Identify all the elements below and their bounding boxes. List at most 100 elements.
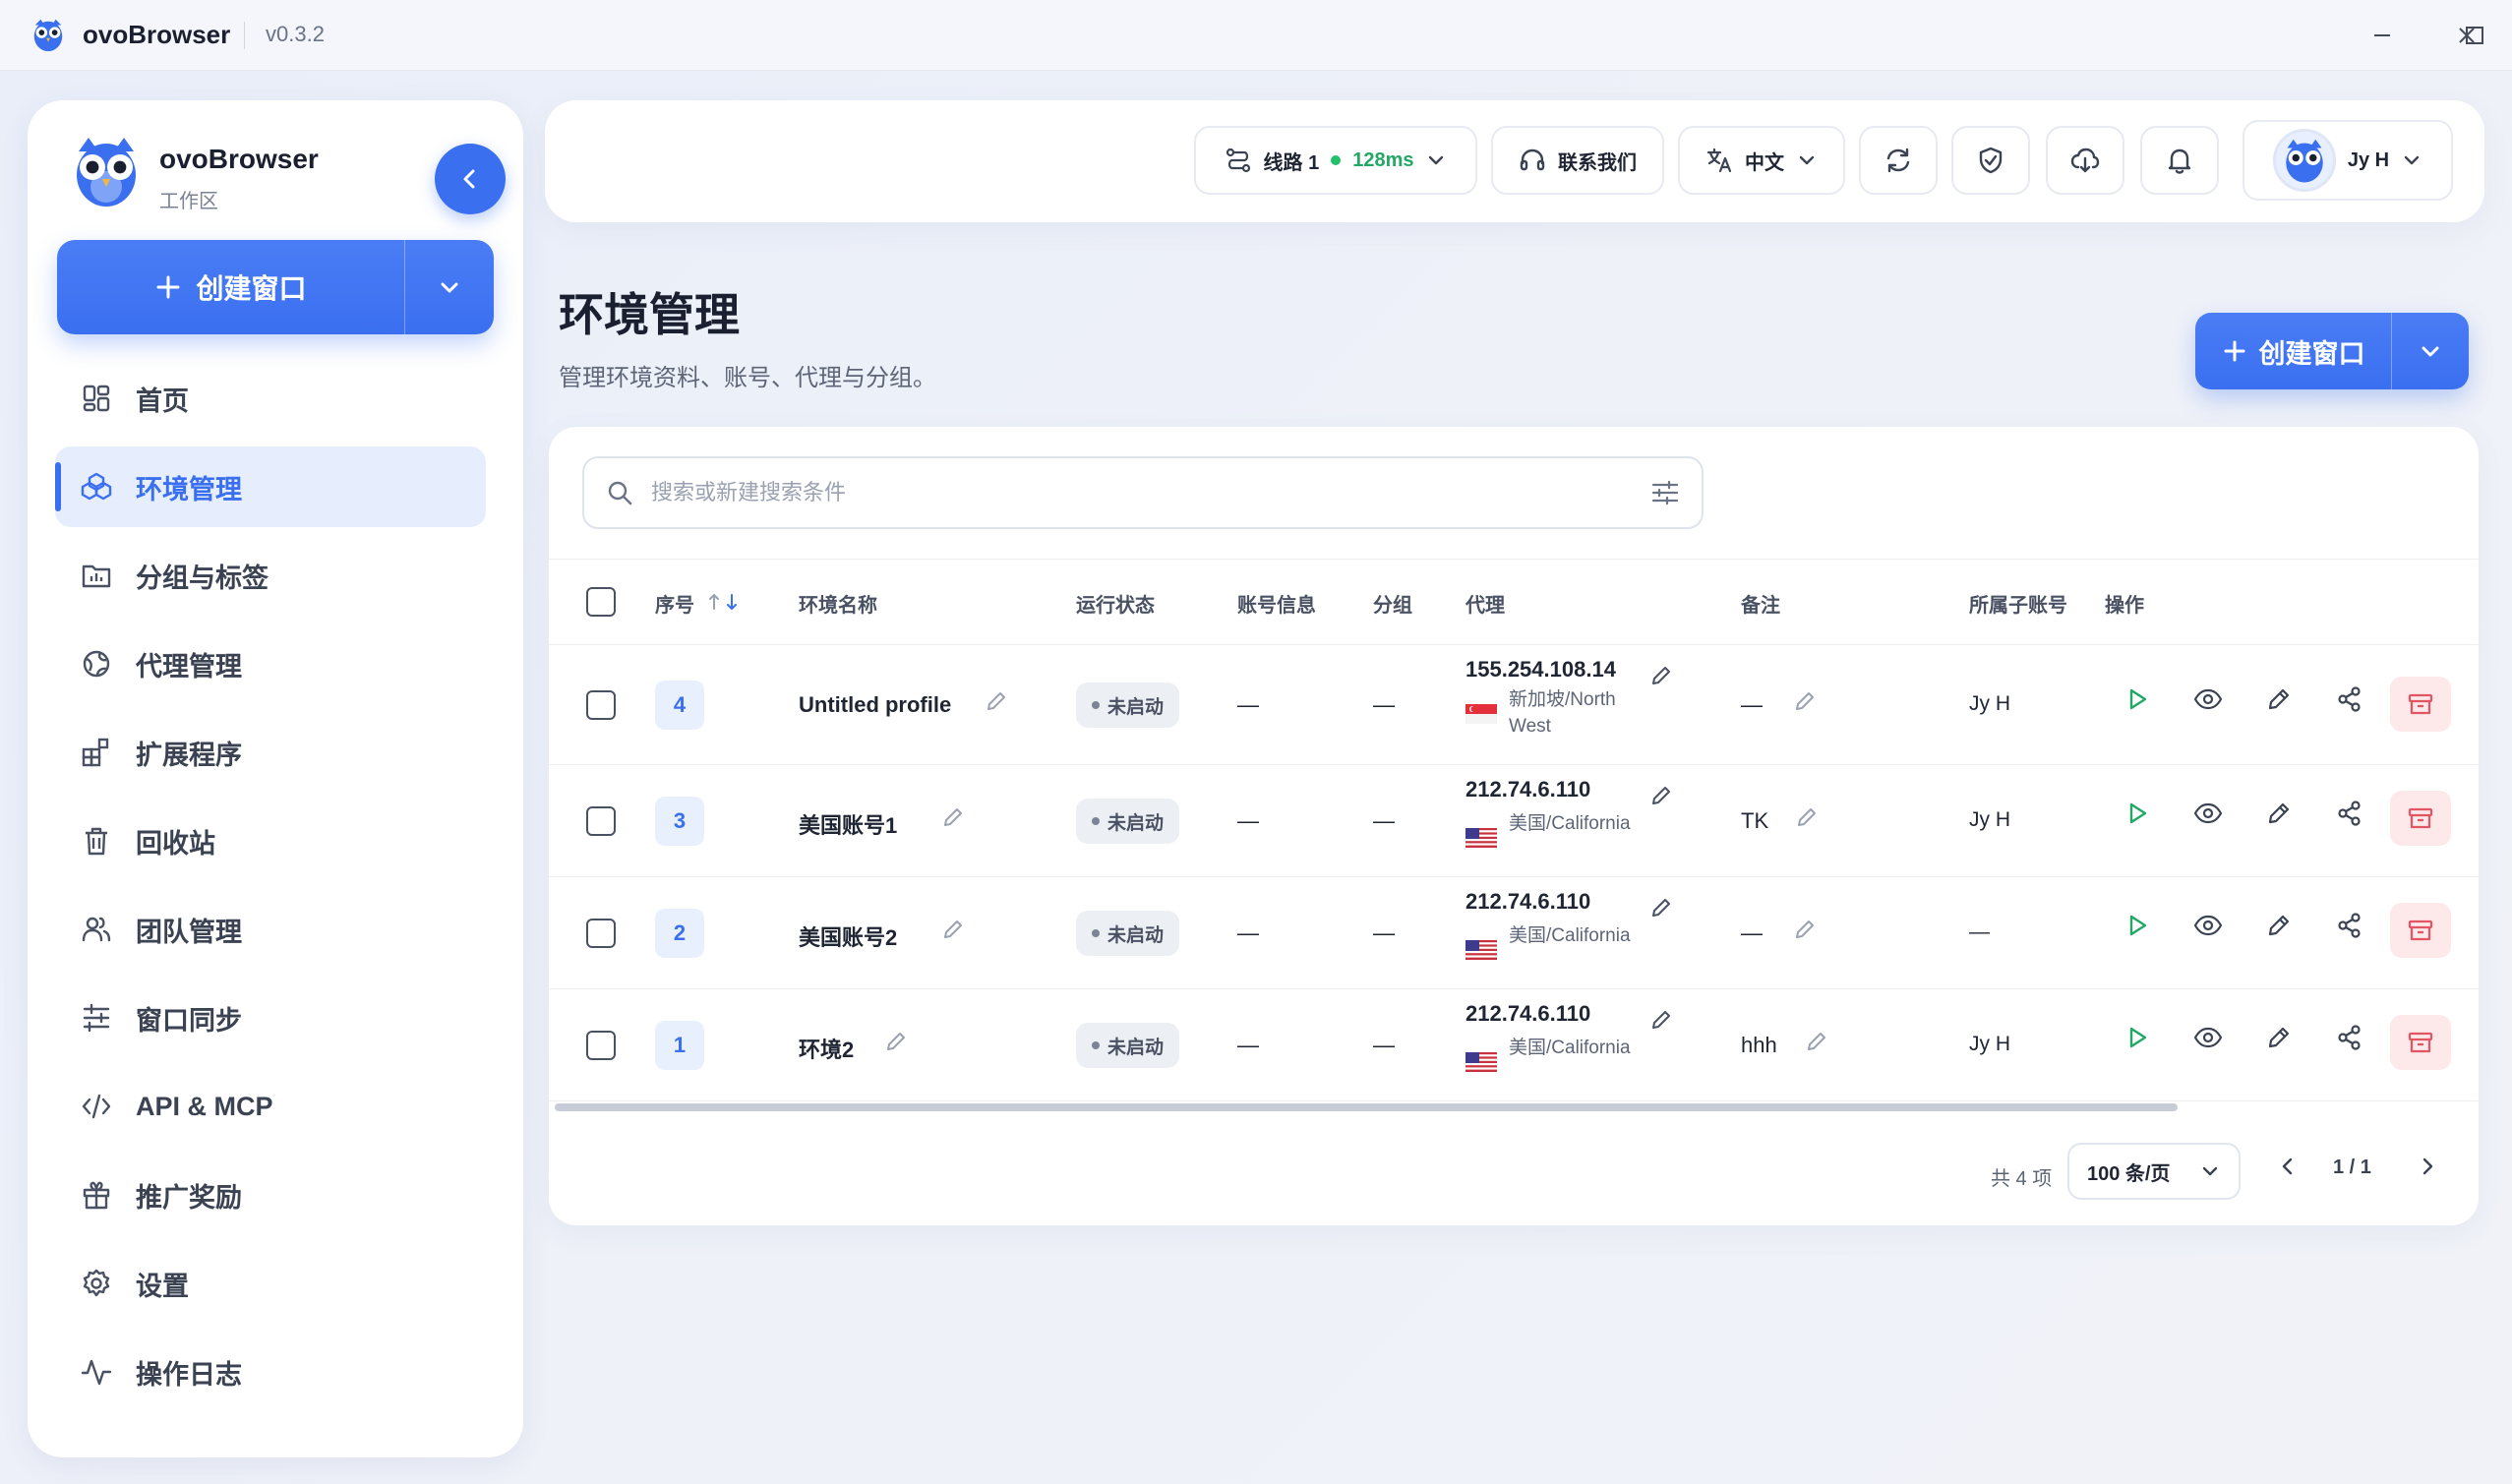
table-row[interactable]: 1 环境2 未启动 — — 212.74.6.110 美国/California… xyxy=(549,989,2479,1101)
edit-note-icon[interactable] xyxy=(1804,1029,1829,1054)
notifications-button[interactable] xyxy=(2140,126,2219,195)
filter-sliders-icon[interactable] xyxy=(1650,478,1680,507)
sidebar-item-label: 分组与标签 xyxy=(136,563,269,593)
table-row[interactable]: 3 美国账号1 未启动 — — 212.74.6.110 美国/Californ… xyxy=(549,765,2479,877)
row-checkbox[interactable] xyxy=(586,806,616,836)
archive-icon xyxy=(2408,1032,2433,1053)
sidebar-item-proxy[interactable]: 代理管理 xyxy=(55,623,486,704)
sidebar-item-recycle-bin[interactable]: 回收站 xyxy=(55,801,486,881)
route-selector[interactable]: 线路 1 128ms xyxy=(1194,126,1477,195)
edit-name-icon[interactable] xyxy=(940,804,966,830)
table-row[interactable]: 2 美国账号2 未启动 — — 212.74.6.110 美国/Californ… xyxy=(549,877,2479,989)
minimize-button[interactable] xyxy=(2364,18,2400,53)
column-header-owner: 所属子账号 xyxy=(1969,595,2067,617)
share-button[interactable] xyxy=(2333,683,2366,716)
cloud-download-button[interactable] xyxy=(2046,126,2124,195)
launch-button[interactable] xyxy=(2121,797,2154,830)
create-window-button[interactable]: 创建窗口 xyxy=(2195,313,2391,389)
sidebar-item-window-sync[interactable]: 窗口同步 xyxy=(55,978,486,1058)
edit-button[interactable] xyxy=(2262,909,2296,942)
share-button[interactable] xyxy=(2333,797,2366,830)
search-input[interactable] xyxy=(651,480,1633,505)
shield-check-icon xyxy=(1979,147,2003,174)
sidebar-item-label: 环境管理 xyxy=(136,474,242,505)
refresh-button[interactable] xyxy=(1859,126,1938,195)
activity-icon xyxy=(79,1354,114,1390)
select-all-checkbox[interactable] xyxy=(586,587,616,617)
horizontal-scrollbar[interactable] xyxy=(555,1103,2178,1111)
edit-note-icon[interactable] xyxy=(1792,917,1818,942)
preview-button[interactable] xyxy=(2191,797,2225,830)
table-row[interactable]: 4 Untitled profile 未启动 — — 155.254.108.1… xyxy=(549,645,2479,765)
sidebar-item-home[interactable]: 首页 xyxy=(55,358,486,439)
sidebar-item-team[interactable]: 团队管理 xyxy=(55,889,486,970)
sidebar-item-extensions[interactable]: 扩展程序 xyxy=(55,712,486,793)
dashboard-icon xyxy=(79,381,114,416)
sidebar-item-label: 设置 xyxy=(136,1271,189,1301)
edit-proxy-icon[interactable] xyxy=(1648,783,1674,808)
edit-button[interactable] xyxy=(2262,1021,2296,1054)
sidebar-item-referral[interactable]: 推广奖励 xyxy=(55,1155,486,1235)
create-window-dropdown[interactable] xyxy=(405,240,494,334)
delete-button[interactable] xyxy=(2390,791,2451,846)
cubes-icon xyxy=(79,469,114,505)
delete-button[interactable] xyxy=(2390,677,2451,732)
column-header-index[interactable]: 序号 xyxy=(655,589,694,618)
launch-button[interactable] xyxy=(2121,1021,2154,1054)
sidebar-item-activity-log[interactable]: 操作日志 xyxy=(55,1332,486,1412)
sidebar-item-api-mcp[interactable]: API & MCP xyxy=(55,1066,486,1147)
edit-proxy-icon[interactable] xyxy=(1648,895,1674,920)
edit-note-icon[interactable] xyxy=(1792,688,1818,714)
close-button[interactable] xyxy=(2449,18,2484,53)
edit-button[interactable] xyxy=(2262,683,2296,716)
preview-button[interactable] xyxy=(2191,909,2225,942)
edit-button[interactable] xyxy=(2262,797,2296,830)
globe-icon xyxy=(79,646,114,682)
share-button[interactable] xyxy=(2333,1021,2366,1054)
delete-button[interactable] xyxy=(2390,1015,2451,1070)
delete-button[interactable] xyxy=(2390,903,2451,958)
total-count: 共 4 项 xyxy=(1991,1168,2053,1190)
sidebar-item-environments[interactable]: 环境管理 xyxy=(55,446,486,527)
edit-name-icon[interactable] xyxy=(984,688,1009,714)
sidebar-nav: 首页 环境管理 分组与标签 代理管理 扩展程序 回收站 团队管理 窗口同步 AP… xyxy=(55,358,486,1420)
collapse-sidebar-button[interactable] xyxy=(435,144,506,214)
proxy-ip: 212.74.6.110 xyxy=(1465,777,1591,801)
prev-page-button[interactable] xyxy=(2276,1155,2300,1178)
create-window-button[interactable]: 创建窗口 xyxy=(57,240,404,334)
contact-us-button[interactable]: 联系我们 xyxy=(1491,126,1664,195)
group-value: — xyxy=(1373,808,1395,833)
app-name: ovoBrowser xyxy=(83,20,231,49)
edit-name-icon[interactable] xyxy=(940,917,966,942)
launch-button[interactable] xyxy=(2121,683,2154,716)
page-size-select[interactable]: 100 条/页 xyxy=(2067,1143,2241,1200)
row-checkbox[interactable] xyxy=(586,690,616,720)
sidebar-item-label: API & MCP xyxy=(136,1091,273,1121)
sidebar-item-label: 回收站 xyxy=(136,828,215,859)
edit-note-icon[interactable] xyxy=(1794,804,1820,830)
app-version: v0.3.2 xyxy=(266,22,325,46)
security-button[interactable] xyxy=(1951,126,2030,195)
page-indicator: 1 / 1 xyxy=(2333,1157,2371,1178)
eye-icon xyxy=(2193,688,2223,710)
sidebar-item-settings[interactable]: 设置 xyxy=(55,1243,486,1324)
sidebar-item-groups-tags[interactable]: 分组与标签 xyxy=(55,535,486,616)
sort-arrows-icon[interactable] xyxy=(706,591,742,613)
blocks-icon xyxy=(79,735,114,770)
sidebar-item-label: 代理管理 xyxy=(136,651,242,682)
create-window-dropdown[interactable] xyxy=(2392,313,2469,389)
preview-button[interactable] xyxy=(2191,683,2225,716)
row-checkbox[interactable] xyxy=(586,1031,616,1060)
row-checkbox[interactable] xyxy=(586,919,616,948)
user-menu[interactable]: Jy H xyxy=(2243,120,2453,201)
edit-name-icon[interactable] xyxy=(883,1029,909,1054)
owl-avatar-icon xyxy=(2286,139,2323,183)
language-selector[interactable]: 中文 xyxy=(1678,126,1845,195)
next-page-button[interactable] xyxy=(2416,1155,2439,1178)
preview-button[interactable] xyxy=(2191,1021,2225,1054)
translate-icon xyxy=(1706,148,1732,173)
edit-proxy-icon[interactable] xyxy=(1648,663,1674,688)
edit-proxy-icon[interactable] xyxy=(1648,1007,1674,1033)
share-button[interactable] xyxy=(2333,909,2366,942)
launch-button[interactable] xyxy=(2121,909,2154,942)
